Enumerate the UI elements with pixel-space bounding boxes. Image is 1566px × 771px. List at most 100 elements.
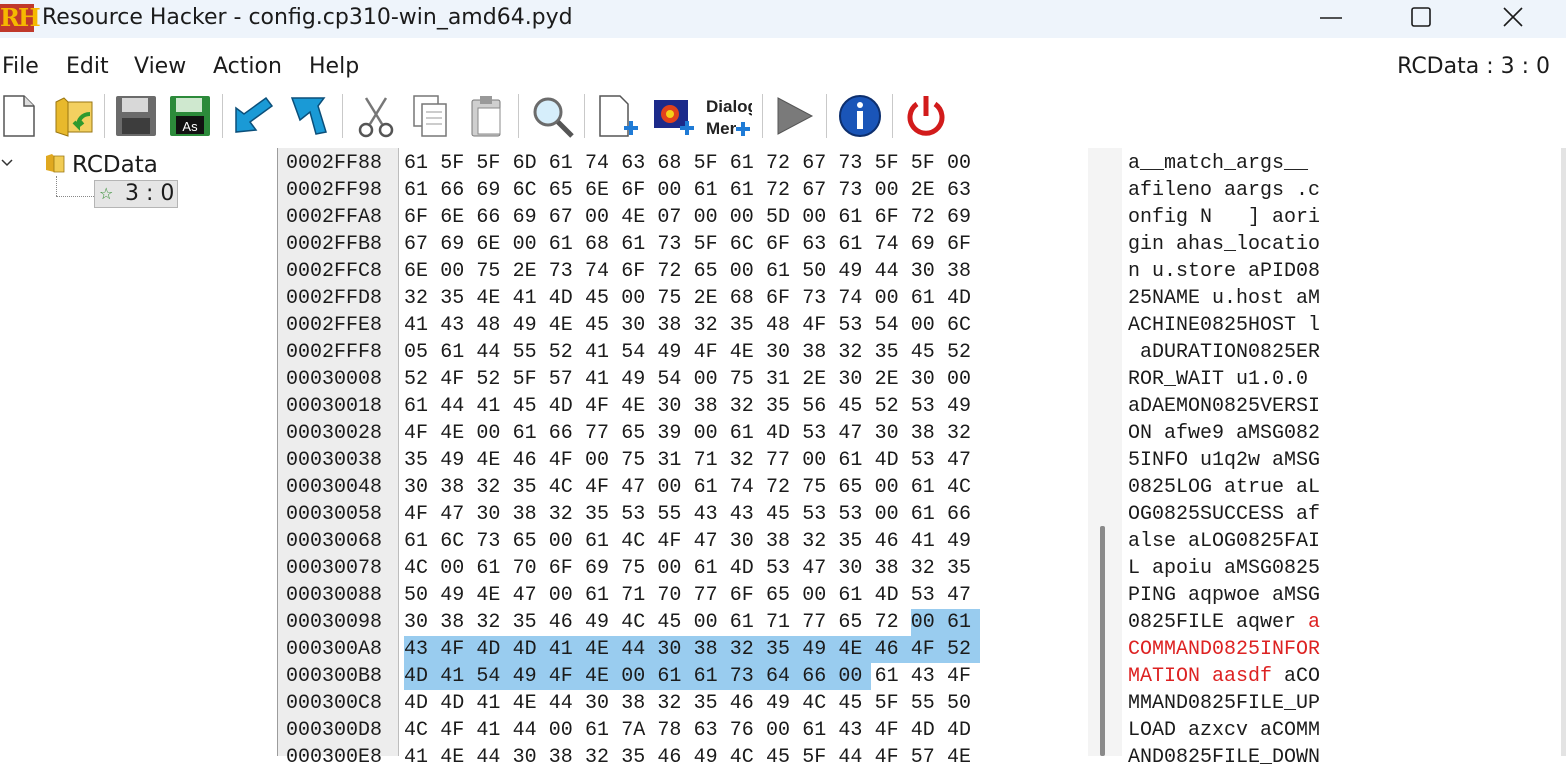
hex-byte[interactable]: 41 [548, 636, 585, 663]
hex-byte[interactable]: 44 [440, 393, 473, 420]
hex-byte[interactable]: 4F [585, 393, 618, 420]
hex-byte[interactable]: 43 [694, 501, 727, 528]
hex-byte[interactable]: 53 [911, 393, 944, 420]
hex-byte[interactable]: 00 [947, 366, 980, 393]
hex-byte[interactable]: 74 [585, 258, 618, 285]
hex-byte[interactable]: 61 [802, 717, 835, 744]
hex-byte[interactable]: 49 [512, 663, 549, 690]
hex-byte[interactable]: 00 [657, 474, 690, 501]
hex-byte[interactable]: 38 [694, 393, 727, 420]
hex-byte[interactable]: 47 [440, 501, 473, 528]
hex-byte[interactable]: 53 [911, 582, 944, 609]
hex-byte[interactable]: 4F [694, 339, 727, 366]
hex-byte[interactable]: 65 [838, 609, 871, 636]
hex-byte[interactable]: 30 [585, 690, 618, 717]
hex-byte[interactable]: 35 [585, 501, 618, 528]
hex-byte[interactable]: 68 [730, 285, 763, 312]
hex-byte[interactable]: 55 [911, 690, 944, 717]
hex-byte[interactable]: 75 [476, 258, 509, 285]
hex-byte[interactable]: 49 [838, 258, 871, 285]
hex-byte[interactable]: 77 [766, 447, 799, 474]
hex-byte[interactable]: 4E [585, 663, 622, 690]
hex-byte[interactable]: 32 [802, 528, 835, 555]
hex-byte[interactable]: 35 [513, 609, 546, 636]
hex-byte[interactable]: 69 [513, 204, 546, 231]
menu-help[interactable]: Help [309, 54, 359, 79]
close-button[interactable] [1468, 0, 1558, 38]
hex-byte[interactable]: 61 [476, 555, 509, 582]
hex-byte[interactable]: 4E [621, 393, 654, 420]
hex-byte[interactable]: 6F [766, 231, 799, 258]
hex-byte[interactable]: 63 [802, 231, 835, 258]
hex-byte[interactable]: 6E [404, 258, 437, 285]
hex-byte[interactable]: 4F [585, 474, 618, 501]
hex-byte[interactable]: 54 [875, 312, 908, 339]
hex-byte[interactable]: 00 [802, 447, 835, 474]
hex-byte[interactable]: 4D [440, 690, 473, 717]
hex-byte[interactable]: 75 [802, 474, 835, 501]
hex-byte[interactable]: 53 [911, 447, 944, 474]
hex-byte[interactable]: 61 [694, 177, 727, 204]
tree-node-selected[interactable]: ☆ 3 : 0 [94, 180, 178, 208]
hex-byte[interactable]: 41 [476, 717, 509, 744]
hex-byte[interactable]: 65 [694, 258, 727, 285]
hex-byte[interactable]: 00 [476, 420, 509, 447]
open-button[interactable] [52, 92, 100, 140]
hex-byte[interactable]: 47 [947, 582, 980, 609]
hex-byte[interactable]: 46 [730, 690, 763, 717]
hex-byte[interactable]: 53 [802, 501, 835, 528]
hex-byte[interactable]: 69 [440, 231, 473, 258]
hex-byte[interactable]: 68 [585, 231, 618, 258]
hex-byte[interactable]: 5F [802, 744, 835, 771]
hex-byte[interactable]: 53 [621, 501, 654, 528]
hex-byte[interactable]: 49 [947, 393, 980, 420]
hex-byte[interactable]: 38 [947, 258, 980, 285]
hex-byte[interactable]: 66 [802, 663, 839, 690]
hex-byte[interactable]: 00 [694, 204, 727, 231]
hex-byte[interactable]: 64 [766, 663, 803, 690]
hex-byte[interactable]: 69 [476, 177, 509, 204]
hex-byte[interactable]: 43 [440, 312, 473, 339]
hex-byte[interactable]: 32 [404, 285, 437, 312]
hex-byte[interactable]: 45 [657, 609, 690, 636]
hex-byte[interactable]: 38 [875, 555, 908, 582]
copy-button[interactable] [406, 92, 454, 140]
hex-byte[interactable]: 52 [549, 339, 582, 366]
hex-byte[interactable]: 30 [476, 501, 509, 528]
hex-byte[interactable]: 00 [766, 717, 799, 744]
hex-byte[interactable]: 6E [476, 231, 509, 258]
hex-byte[interactable]: 74 [730, 474, 763, 501]
hex-byte[interactable]: 38 [549, 744, 582, 771]
hex-byte[interactable]: 70 [513, 555, 546, 582]
hex-byte[interactable]: 4F [910, 636, 947, 663]
hex-byte[interactable]: 67 [802, 150, 835, 177]
hex-byte[interactable]: 45 [766, 501, 799, 528]
hex-byte[interactable]: 41 [476, 690, 509, 717]
hex-byte[interactable]: 5F [694, 231, 727, 258]
hex-byte[interactable]: 74 [838, 285, 871, 312]
hex-byte[interactable]: 45 [766, 744, 799, 771]
hex-byte[interactable]: 4C [404, 717, 437, 744]
hex-byte[interactable]: 66 [440, 177, 473, 204]
hex-byte[interactable]: 44 [476, 339, 509, 366]
hex-byte[interactable]: 61 [838, 582, 871, 609]
hex-byte[interactable]: 52 [476, 366, 509, 393]
hex-byte[interactable]: 00 [802, 582, 835, 609]
hex-byte[interactable]: 38 [513, 501, 546, 528]
hex-byte[interactable]: 69 [947, 204, 980, 231]
hex-byte[interactable]: 61 [730, 609, 763, 636]
hex-byte[interactable]: 6F [730, 582, 763, 609]
hex-byte[interactable]: 72 [657, 258, 690, 285]
hex-byte[interactable]: 6D [513, 150, 546, 177]
hex-byte[interactable]: 00 [549, 717, 582, 744]
hex-byte[interactable]: 30 [838, 366, 871, 393]
window-scrollbar[interactable] [1561, 148, 1566, 756]
hex-byte[interactable]: 00 [910, 609, 947, 636]
hex-byte[interactable]: 4F [947, 663, 980, 690]
hex-byte[interactable]: 61 [549, 231, 582, 258]
hex-byte[interactable]: 72 [766, 150, 799, 177]
hex-byte[interactable]: 5F [911, 150, 944, 177]
hex-byte[interactable]: 30 [513, 744, 546, 771]
hex-byte[interactable]: 32 [730, 393, 763, 420]
hex-byte[interactable]: 30 [875, 420, 908, 447]
